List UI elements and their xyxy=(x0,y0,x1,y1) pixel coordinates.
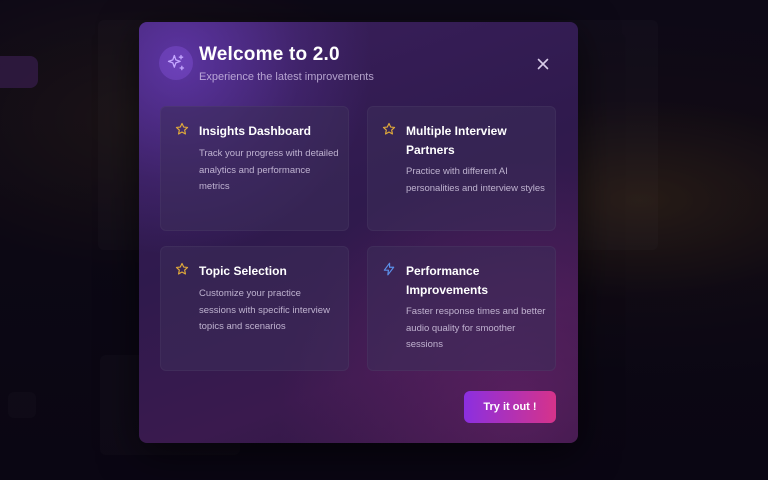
close-button[interactable] xyxy=(535,56,551,72)
feature-title: Topic Selection xyxy=(199,264,287,278)
modal-subtitle: Experience the latest improvements xyxy=(199,71,374,83)
feature-description: Track your progress with detailed analyt… xyxy=(199,148,339,192)
star-icon xyxy=(175,122,189,135)
feature-title: Insights Dashboard xyxy=(199,124,312,138)
star-icon xyxy=(382,122,396,135)
feature-card-insights-dashboard: Insights Dashboard Track your progress w… xyxy=(160,106,349,231)
feature-card-multiple-interview-partners: Multiple Interview Partners Practice wit… xyxy=(367,106,556,231)
lightning-icon xyxy=(383,262,395,276)
try-it-out-button[interactable]: Try it out ! xyxy=(464,391,556,423)
close-icon xyxy=(537,58,549,70)
feature-card-performance-improvements: Performance Improvements Faster response… xyxy=(367,246,556,371)
feature-title: Multiple Interview Partners xyxy=(406,124,507,157)
star-icon xyxy=(175,262,189,275)
feature-description: Customize your practice sessions with sp… xyxy=(199,288,330,332)
feature-card-topic-selection: Topic Selection Customize your practice … xyxy=(160,246,349,371)
sparkles-icon xyxy=(159,46,193,80)
feature-description: Practice with different AI personalities… xyxy=(406,166,545,194)
feature-title: Performance Improvements xyxy=(406,264,489,297)
modal-title: Welcome to 2.0 xyxy=(199,44,340,65)
welcome-modal: Welcome to 2.0 Experience the latest imp… xyxy=(139,22,578,443)
feature-description: Faster response times and better audio q… xyxy=(406,306,546,350)
